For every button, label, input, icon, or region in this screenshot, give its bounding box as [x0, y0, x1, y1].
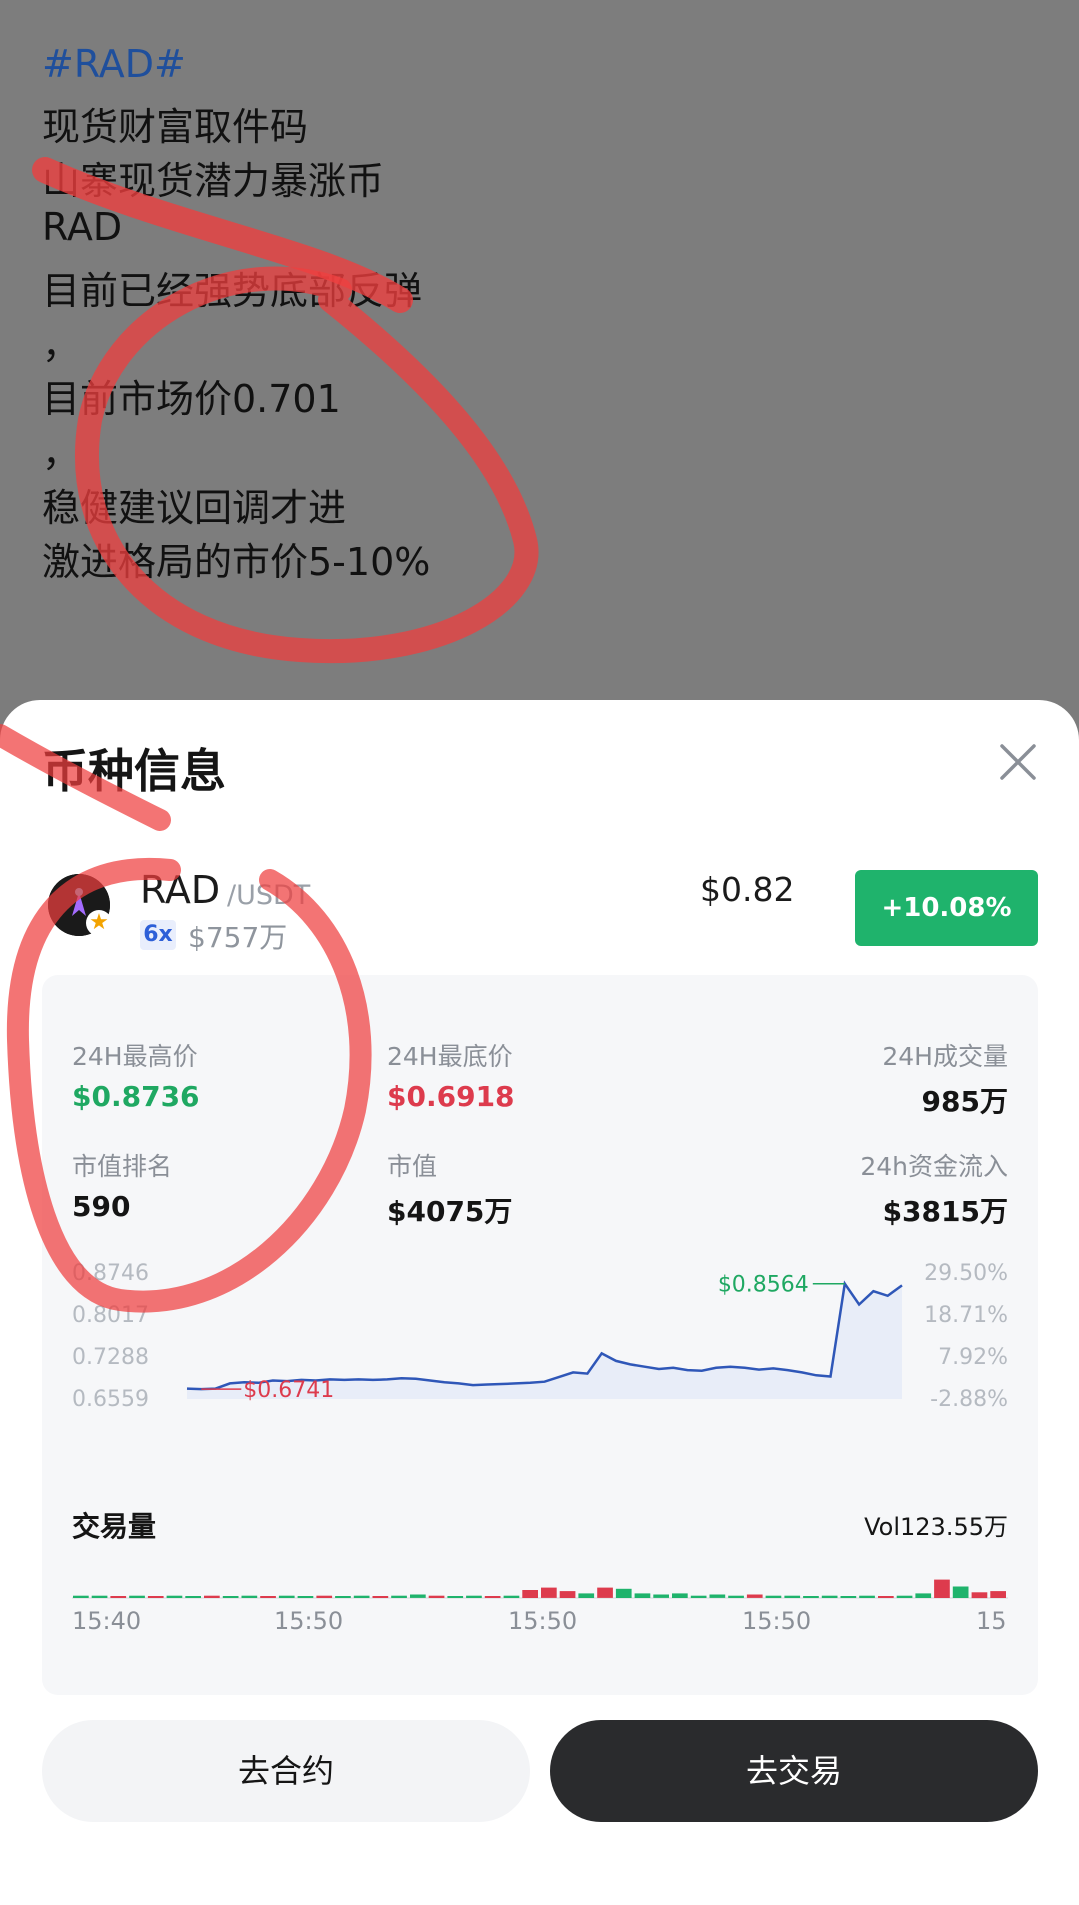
price-chart[interactable]: $0.8564 $0.6741 [42, 975, 1038, 1695]
volume-bar [559, 1591, 576, 1598]
post-line: 稳健建议回调才进 [42, 486, 347, 530]
volume-total: Vol123.55万 [864, 1513, 1008, 1541]
volume-bar [971, 1592, 988, 1599]
min-price-label: $0.6741 [243, 1378, 334, 1403]
volume-title: 交易量 [72, 1510, 157, 1543]
volume-bar [147, 1596, 164, 1598]
volume-bar [522, 1590, 538, 1598]
volume-bar [204, 1595, 220, 1598]
volume-bar [241, 1595, 258, 1598]
post-line: 山寨现货潜力暴涨币 [42, 159, 385, 203]
volume-bar [91, 1595, 108, 1598]
volume-bar [503, 1595, 520, 1598]
volume-bar [728, 1595, 744, 1598]
coin-quote: /USDT [227, 880, 311, 911]
volume-bar [541, 1587, 557, 1598]
post-background: #RAD# 现货财富取件码 山寨现货潜力暴涨币 RAD 目前已经强势底部反弹 ，… [0, 0, 1079, 700]
volume-bar [634, 1593, 651, 1598]
x-tick: 15:40 [72, 1607, 142, 1635]
volume-bar [803, 1596, 819, 1598]
close-icon[interactable] [994, 738, 1042, 786]
volume-bar [185, 1596, 201, 1598]
x-tick: 15:50 [508, 1607, 578, 1635]
volume-bar [878, 1596, 894, 1598]
coin-symbol: RAD [140, 868, 221, 912]
post-line: 现货财富取件码 [42, 105, 309, 149]
coin-logo-icon: ★ [48, 874, 112, 936]
volume-bar [840, 1596, 857, 1598]
volume-bar [428, 1595, 445, 1598]
volume-bar [672, 1593, 688, 1598]
volume-bar [709, 1594, 726, 1598]
volume-bar [278, 1595, 295, 1598]
volume-bar [222, 1596, 239, 1598]
volume-bar [353, 1595, 370, 1598]
go-contract-button[interactable]: 去合约 [42, 1720, 530, 1822]
stats-card: 24H最高价 $0.8736 24H最底价 $0.6918 24H成交量 985… [42, 975, 1038, 1695]
volume-bar [597, 1587, 613, 1598]
volume-bar [447, 1596, 464, 1598]
volume-bar [316, 1595, 333, 1598]
x-tick: 15:50 [742, 1607, 812, 1635]
max-price-label: $0.8564 [718, 1273, 809, 1298]
coin-price: $0.82 [700, 870, 795, 909]
volume-bar [690, 1595, 707, 1598]
volume-bar [335, 1596, 351, 1598]
price-change-badge: +10.08% [855, 870, 1038, 946]
volume-bar [110, 1596, 127, 1598]
post-line: 激进格局的市价5-10% [42, 540, 431, 584]
volume-bar [784, 1595, 801, 1598]
volume-bar [129, 1595, 145, 1598]
post-line: ， [42, 323, 81, 367]
volume-bar [915, 1593, 932, 1598]
volume-bar [391, 1595, 407, 1598]
volume-bar [484, 1596, 501, 1598]
x-tick: 15: [976, 1607, 1008, 1635]
coin-info-sheet: 币种信息 ★ RAD /USDT 6x $757万 $0.82 +10.08% … [0, 700, 1079, 1905]
volume-bar [73, 1595, 89, 1598]
volume-bar [952, 1586, 969, 1598]
volume-bar [615, 1588, 632, 1598]
volume-bar [260, 1596, 276, 1598]
volume-bar [859, 1595, 875, 1598]
volume-bar [821, 1595, 838, 1598]
coin-volume: $757万 [188, 921, 288, 954]
volume-bar [466, 1595, 482, 1598]
post-hashtag[interactable]: #RAD# [42, 42, 186, 86]
volume-bar [896, 1595, 913, 1598]
favorite-star-icon[interactable]: ★ [86, 910, 112, 936]
leverage-badge: 6x [140, 920, 176, 950]
post-line: 目前已经强势底部反弹 [42, 269, 423, 313]
volume-bar [372, 1596, 389, 1598]
go-trade-button[interactable]: 去交易 [550, 1720, 1038, 1822]
volume-bar [410, 1594, 426, 1598]
volume-bar [934, 1579, 950, 1598]
volume-bar [578, 1593, 595, 1598]
sheet-title: 币种信息 [42, 744, 226, 798]
post-line: RAD [42, 205, 123, 249]
volume-bar [166, 1595, 183, 1598]
volume-bar [990, 1591, 1006, 1598]
volume-bar [653, 1594, 669, 1598]
post-line: 目前市场价0.701 [42, 377, 341, 421]
x-tick: 15:50 [274, 1607, 344, 1635]
volume-bar [297, 1596, 314, 1598]
post-line: ， [42, 431, 81, 475]
volume-bar [765, 1595, 782, 1598]
volume-bar [746, 1594, 763, 1598]
